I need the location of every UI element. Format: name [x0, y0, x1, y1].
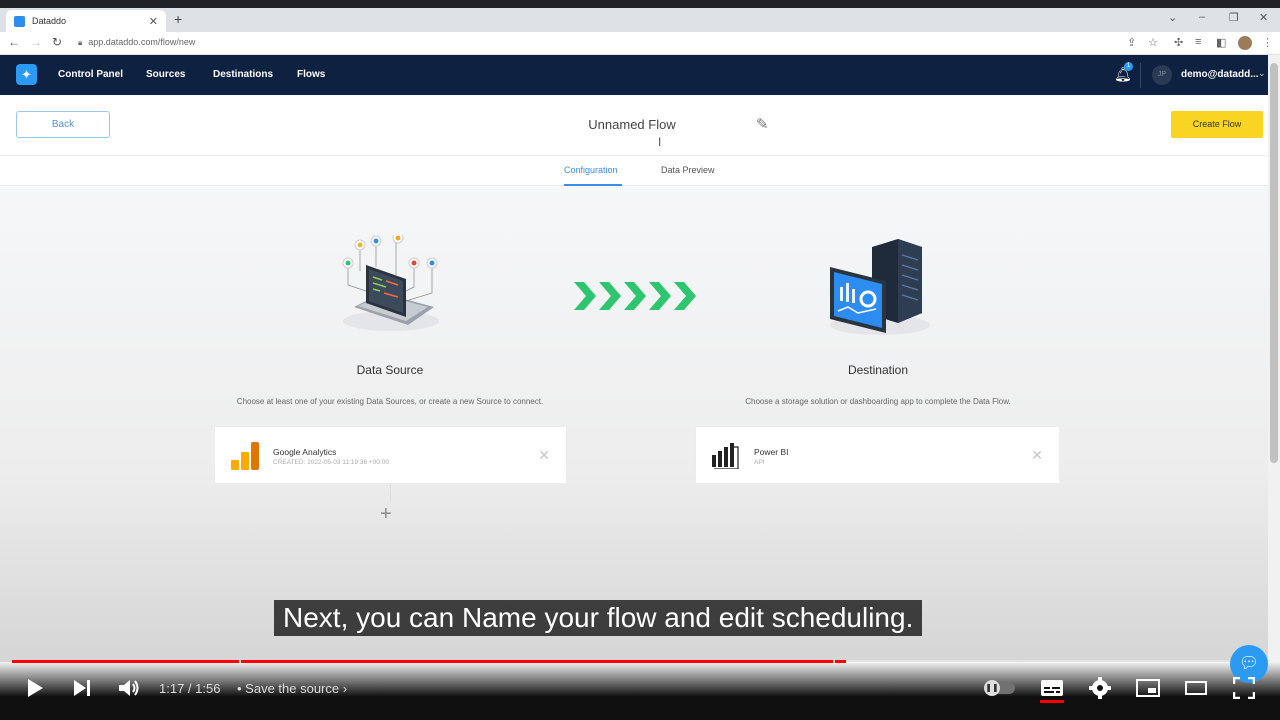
add-source-plus-icon[interactable]: + — [380, 503, 392, 526]
tab-configuration[interactable]: Configuration — [564, 165, 618, 175]
nav-destinations[interactable]: Destinations — [213, 69, 273, 80]
source-card-created: CREATED: 2022-05-03 11:19:36 +00:00 — [273, 459, 389, 466]
miniplayer-icon[interactable] — [1136, 679, 1160, 697]
chapter-marker — [833, 660, 836, 663]
video-progress-played — [12, 660, 846, 663]
address-input[interactable]: 🔒︎ app.dataddo.com/flow/new — [78, 37, 195, 48]
volume-icon[interactable] — [118, 678, 140, 698]
address-bar-row: ← → ↻ 🔒︎ app.dataddo.com/flow/new ⇪ ☆ ✣ ≡… — [0, 32, 1280, 55]
dataddo-logo-icon[interactable]: ✦ — [16, 64, 37, 85]
dataddo-favicon-icon — [14, 15, 25, 27]
laptop-sources-illustration-icon — [342, 235, 439, 331]
navbar-divider — [1140, 63, 1141, 88]
text-cursor-icon: I — [658, 135, 662, 149]
back-arrow-icon[interactable]: ← — [8, 35, 20, 49]
subtitles-icon[interactable] — [1040, 678, 1064, 698]
edit-pencil-icon[interactable]: ✎ — [756, 115, 769, 133]
create-flow-button[interactable]: Create Flow — [1171, 111, 1263, 138]
notification-badge: 1 — [1124, 62, 1133, 71]
configuration-panel: Data Source Choose at least one of your … — [0, 187, 1268, 662]
data-source-title: Data Source — [356, 363, 424, 377]
video-chapter-title[interactable]: • Save the source › — [237, 681, 347, 696]
flow-name-title[interactable]: Unnamed Flow — [582, 117, 682, 132]
destination-card-power-bi[interactable]: Power BI API ✕ — [695, 426, 1060, 484]
profile-avatar[interactable] — [1238, 36, 1252, 50]
theater-mode-icon[interactable] — [1185, 681, 1207, 695]
page-scrollbar[interactable] — [1268, 55, 1280, 662]
window-close-icon[interactable]: ✕ — [1259, 11, 1268, 24]
google-analytics-icon — [231, 442, 259, 470]
reading-list-icon[interactable]: ≡ — [1195, 36, 1201, 48]
chapter-marker — [239, 660, 242, 663]
tab-search-icon[interactable]: ⌄ — [1168, 11, 1177, 24]
tab-close-icon[interactable]: ✕ — [149, 15, 158, 28]
tab-data-preview[interactable]: Data Preview — [661, 165, 715, 175]
subtitles-active-indicator — [1040, 700, 1064, 703]
server-dashboard-illustration-icon — [830, 239, 930, 335]
video-timecode: 1:17 / 1:56 — [159, 681, 221, 696]
user-email[interactable]: demo@datadd... — [1181, 69, 1259, 80]
browser-tabbar: Dataddo ✕ + ⌄ – ❐ ✕ — [0, 8, 1280, 32]
scrollbar-thumb[interactable] — [1270, 63, 1278, 463]
data-source-description: Choose at least one of your existing Dat… — [236, 397, 544, 406]
pause-icon[interactable]: ❚❚ — [984, 680, 1000, 696]
active-tab-indicator — [564, 184, 622, 186]
url-text: app.dataddo.com/flow/new — [88, 37, 196, 47]
fullscreen-icon[interactable] — [1233, 677, 1255, 699]
app-navbar: ✦ Control Panel Sources Destinations Flo… — [0, 55, 1268, 95]
chapter-text: • Save the source — [237, 681, 340, 696]
browser-menu-icon[interactable]: ⋮ — [1262, 36, 1273, 49]
side-panel-icon[interactable]: ◧ — [1216, 36, 1226, 49]
flow-tabs: Configuration Data Preview — [0, 155, 1268, 186]
forward-arrow-icon[interactable]: → — [30, 35, 42, 49]
screenshot-frame: Dataddo ✕ + ⌄ – ❐ ✕ ← → ↻ 🔒︎ app.dataddo.… — [0, 0, 1280, 720]
chevron-down-icon[interactable]: ⌄ — [1258, 68, 1266, 79]
new-tab-button[interactable]: + — [174, 11, 182, 27]
destination-card-name: Power BI — [754, 447, 789, 457]
extensions-icon[interactable]: ✣ — [1174, 36, 1183, 49]
restore-icon[interactable]: ❐ — [1229, 11, 1239, 24]
play-icon[interactable] — [26, 678, 44, 698]
bookmark-star-icon[interactable]: ☆ — [1148, 36, 1158, 49]
browser-tab[interactable]: Dataddo ✕ — [6, 10, 166, 32]
lock-icon: 🔒︎ — [78, 38, 83, 47]
settings-gear-icon[interactable] — [1089, 677, 1111, 699]
remove-source-close-icon[interactable]: ✕ — [538, 447, 550, 464]
back-button[interactable]: Back — [16, 111, 110, 138]
power-bi-icon — [712, 443, 739, 469]
source-card-name: Google Analytics — [273, 447, 337, 457]
share-icon[interactable]: ⇪ — [1127, 36, 1136, 49]
nav-flows[interactable]: Flows — [297, 69, 325, 80]
next-video-icon[interactable] — [72, 679, 92, 697]
flow-header: Back Unnamed Flow I ✎ Create Flow — [0, 95, 1268, 155]
video-subtitle: Next, you can Name your flow and edit sc… — [274, 600, 923, 636]
nav-sources[interactable]: Sources — [146, 69, 185, 80]
minimize-icon[interactable]: – — [1199, 11, 1205, 23]
chevron-right-icon: › — [342, 681, 348, 696]
reload-icon[interactable]: ↻ — [52, 35, 62, 49]
add-source-connector — [390, 484, 391, 502]
destination-card-type: API — [754, 459, 765, 466]
destination-title: Destination — [847, 363, 909, 377]
destination-description: Choose a storage solution or dashboardin… — [745, 397, 1011, 406]
browser-tab-title: Dataddo — [32, 16, 67, 26]
nav-control-panel[interactable]: Control Panel — [58, 69, 123, 80]
window-topline — [0, 0, 1280, 8]
source-card-google-analytics[interactable]: Google Analytics CREATED: 2022-05-03 11:… — [214, 426, 567, 484]
flow-arrows-icon — [574, 282, 696, 310]
remove-destination-close-icon[interactable]: ✕ — [1031, 447, 1043, 464]
user-avatar[interactable]: JP — [1152, 65, 1172, 85]
